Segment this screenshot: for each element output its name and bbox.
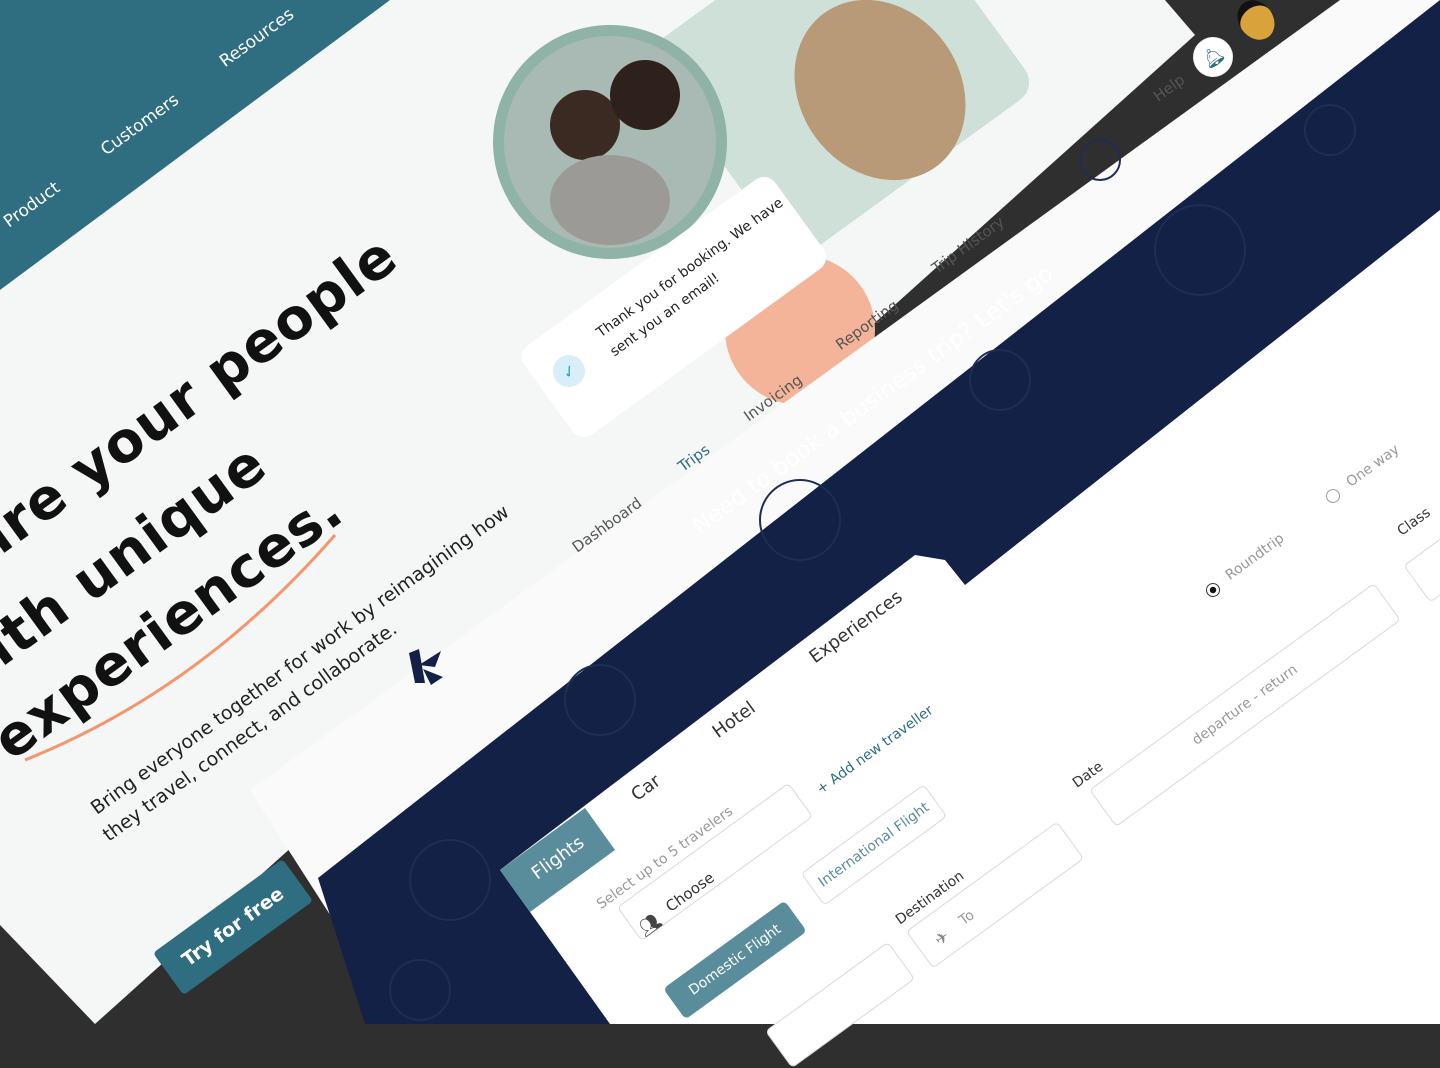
company-logo[interactable] [405, 645, 447, 687]
